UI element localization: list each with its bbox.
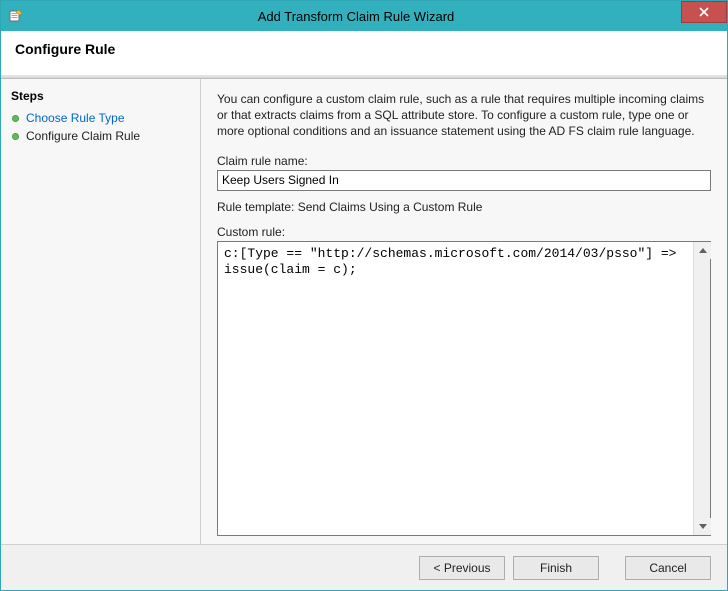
app-icon (1, 1, 31, 31)
close-button[interactable] (681, 1, 727, 23)
step-link[interactable]: Choose Rule Type (26, 111, 125, 125)
body: Steps Choose Rule Type Configure Claim R… (1, 79, 727, 544)
window-title: Add Transform Claim Rule Wizard (31, 9, 681, 24)
custom-rule-field (217, 241, 711, 536)
textarea-scrollbar[interactable] (693, 242, 710, 535)
step-choose-rule-type[interactable]: Choose Rule Type (11, 109, 190, 127)
claim-rule-name-input[interactable] (217, 170, 711, 191)
step-label-current: Configure Claim Rule (26, 129, 140, 143)
claim-rule-name-label: Claim rule name: (217, 154, 711, 168)
description-text: You can configure a custom claim rule, s… (217, 91, 711, 140)
main-panel: You can configure a custom claim rule, s… (201, 79, 727, 544)
bullet-icon (11, 132, 20, 141)
rule-template-text: Rule template: Send Claims Using a Custo… (217, 200, 711, 214)
footer: < Previous Finish Cancel (1, 544, 727, 590)
cancel-button[interactable]: Cancel (625, 556, 711, 580)
steps-sidebar: Steps Choose Rule Type Configure Claim R… (1, 79, 201, 544)
scroll-up-icon[interactable] (694, 242, 711, 259)
bullet-icon (11, 114, 20, 123)
steps-heading: Steps (11, 89, 190, 103)
previous-button[interactable]: < Previous (419, 556, 505, 580)
finish-button[interactable]: Finish (513, 556, 599, 580)
page-title: Configure Rule (15, 41, 713, 57)
custom-rule-label: Custom rule: (217, 225, 711, 239)
step-configure-claim-rule: Configure Claim Rule (11, 127, 190, 145)
wizard-window: Add Transform Claim Rule Wizard Configur… (0, 0, 728, 591)
custom-rule-textarea[interactable] (218, 242, 693, 535)
page-header: Configure Rule (1, 31, 727, 75)
scroll-down-icon[interactable] (694, 518, 711, 535)
titlebar: Add Transform Claim Rule Wizard (1, 1, 727, 31)
